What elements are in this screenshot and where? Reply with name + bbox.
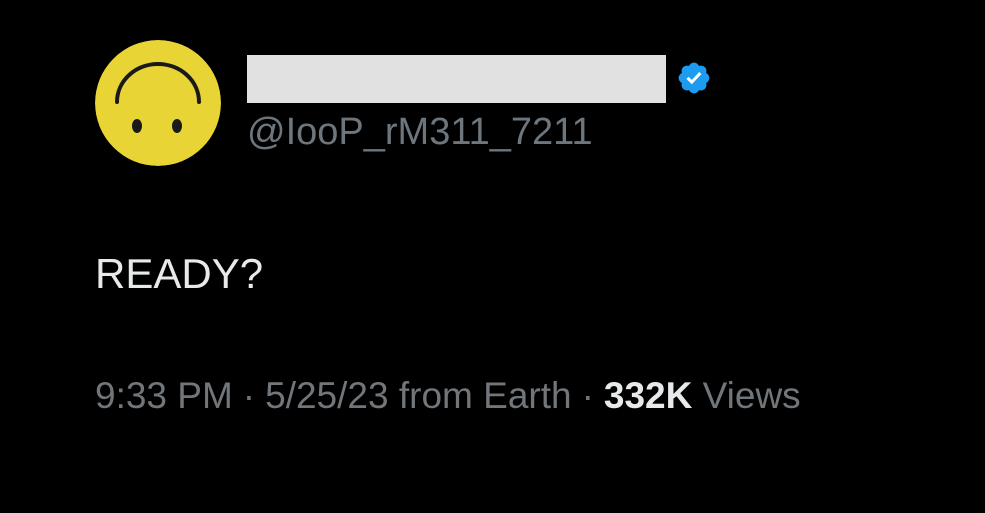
author-handle[interactable]: @IooP_rM311_7211 <box>247 110 593 154</box>
views-label: Views <box>702 375 801 416</box>
verified-badge-icon[interactable] <box>676 60 712 96</box>
tweet-text: READY? <box>95 250 264 297</box>
tweet-source: from Earth <box>398 375 572 416</box>
tweet-time[interactable]: 9:33 PM <box>95 375 233 416</box>
display-name-redacted[interactable] <box>247 55 666 103</box>
separator-dot: · <box>242 375 256 416</box>
views-count: 332K <box>603 375 693 416</box>
separator-dot-2: · <box>581 375 594 416</box>
tweet-metadata: 9:33 PM · 5/25/23 from Earth · 332K Views <box>95 373 801 419</box>
tweet-date[interactable]: 5/25/23 <box>265 375 388 416</box>
avatar[interactable] <box>95 40 221 166</box>
upside-down-smiley-icon <box>95 40 221 166</box>
